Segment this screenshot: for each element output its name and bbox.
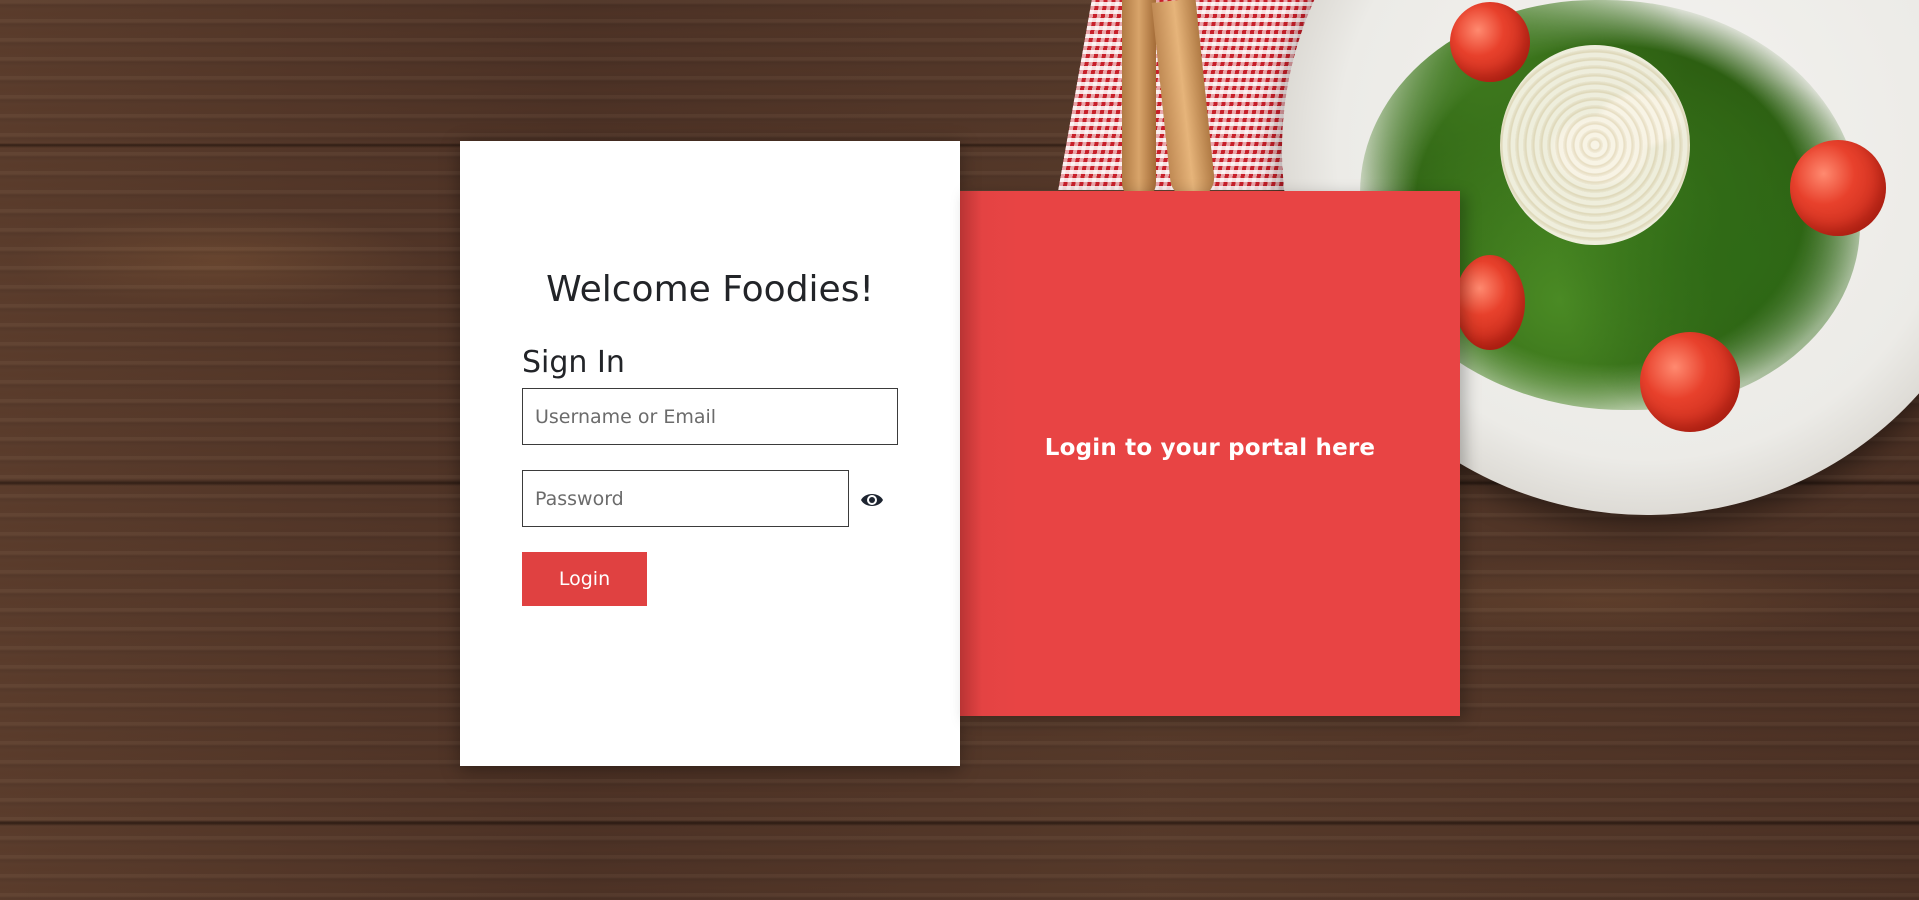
portal-info-text: Login to your portal here — [1044, 434, 1376, 461]
mozzarella-cheese — [1500, 45, 1690, 245]
welcome-heading: Welcome Foodies! — [546, 269, 874, 310]
username-input[interactable] — [522, 388, 898, 445]
cherry-tomato — [1790, 140, 1886, 236]
login-form-card: Welcome Foodies! Sign In Login — [460, 141, 960, 766]
wooden-spoon — [1122, 0, 1156, 200]
portal-info-panel: Login to your portal here — [960, 191, 1460, 716]
cherry-tomato — [1450, 2, 1530, 82]
cherry-tomato — [1640, 332, 1740, 432]
eye-icon — [861, 494, 883, 506]
login-button[interactable]: Login — [522, 552, 647, 606]
show-password-eye-icon[interactable] — [860, 489, 884, 511]
password-input[interactable] — [522, 470, 849, 527]
sign-in-heading: Sign In — [522, 345, 625, 380]
cherry-tomato — [1455, 255, 1525, 350]
